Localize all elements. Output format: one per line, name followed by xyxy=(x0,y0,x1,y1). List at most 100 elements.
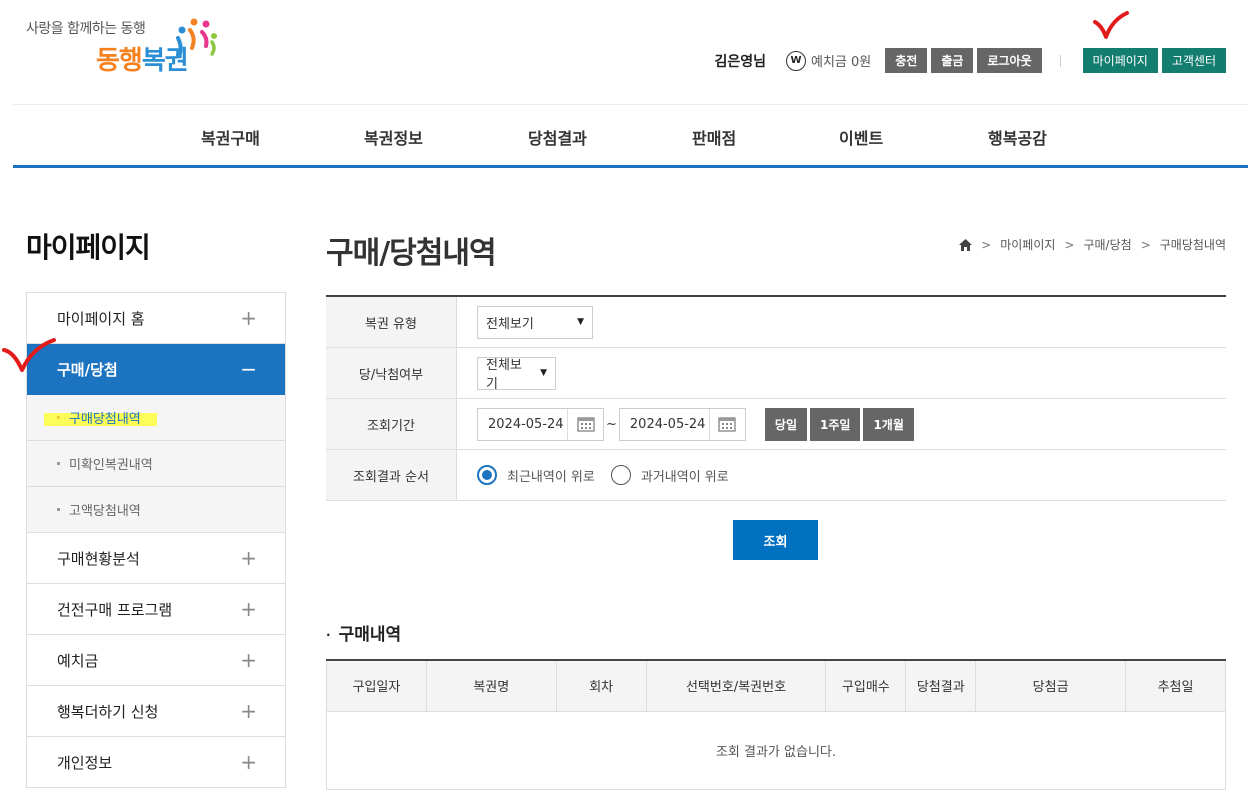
order-label: 조회결과 순서 xyxy=(326,450,457,500)
customer-center-button[interactable]: 고객센터 xyxy=(1161,48,1226,73)
red-check-annotation-icon xyxy=(2,338,56,372)
sidebar-subitem-unconfirmed[interactable]: 미확인복권내역 xyxy=(27,441,285,487)
order-recent-radio[interactable]: 최근내역이 위로 xyxy=(477,465,595,485)
breadcrumb: > 마이페이지 > 구매/당첨 > 구매당첨내역 xyxy=(959,236,1226,253)
column-header: 구입일자 xyxy=(326,660,427,712)
section-title-text: 구매내역 xyxy=(338,625,402,645)
search-row-order: 조회결과 순서 최근내역이 위로 과거내역이 위로 xyxy=(326,450,1226,501)
date-from-field[interactable]: 2024-05-24 xyxy=(477,407,604,441)
sidebar-item-deposit[interactable]: 예치금 + xyxy=(27,635,285,686)
bullet-icon xyxy=(57,462,60,465)
date-separator: ~ xyxy=(606,416,617,432)
page: 사랑을 함께하는 동행 동행복권 김은영님 W 예치금 0원 충전 출금 로그아… xyxy=(0,0,1248,803)
utility-bar: 김은영님 W 예치금 0원 충전 출금 로그아웃 마이페이지 고객센터 xyxy=(714,48,1226,73)
breadcrumb-item[interactable]: 마이페이지 xyxy=(1000,236,1055,253)
logout-button[interactable]: 로그아웃 xyxy=(977,48,1042,73)
nav-item-happiness[interactable]: 행복공감 xyxy=(988,125,1047,149)
column-header: 복권명 xyxy=(425,660,557,712)
order-cell: 최근내역이 위로 과거내역이 위로 xyxy=(457,450,1226,500)
table-header-row: 구입일자 복권명 회차 선택번호/복권번호 구입매수 당첨결과 당첨금 추첨일 xyxy=(326,660,1226,712)
sidebar-subitem-label: 미확인복권내역 xyxy=(69,458,153,473)
sidebar-item-label: 예치금 xyxy=(57,651,99,670)
sidebar-item-label: 구매/당첨 xyxy=(57,360,118,379)
plus-icon: + xyxy=(240,306,257,330)
deposit-w-icon: W xyxy=(786,50,807,71)
win-status-select[interactable]: 전체보기 ▼ xyxy=(477,356,556,392)
period-today-button[interactable]: 당일 xyxy=(764,407,807,441)
home-icon[interactable] xyxy=(959,238,973,251)
divider xyxy=(1059,54,1061,67)
sidebar-subitem-label: 구매당첨내역 xyxy=(69,412,141,427)
nav-item-info[interactable]: 복권정보 xyxy=(364,125,423,149)
charge-button[interactable]: 충전 xyxy=(885,48,928,73)
caret-down-icon: ▼ xyxy=(577,317,584,327)
withdraw-button[interactable]: 출금 xyxy=(931,48,974,73)
plus-icon: + xyxy=(240,699,257,723)
order-past-radio[interactable]: 과거내역이 위로 xyxy=(610,465,729,485)
sidebar-item-mypage-home[interactable]: 마이페이지 홈 + xyxy=(27,293,285,344)
select-value: 전체보기 xyxy=(486,316,534,332)
column-header: 구입매수 xyxy=(825,660,906,712)
win-status-cell: 전체보기 ▼ xyxy=(457,348,1226,398)
calendar-icon[interactable] xyxy=(710,416,745,432)
sidebar-title: 마이페이지 xyxy=(26,231,151,264)
lottery-type-cell: 전체보기 ▼ xyxy=(457,297,1226,347)
search-submit-button[interactable]: 조회 xyxy=(733,520,818,560)
calendar-icon[interactable] xyxy=(568,416,603,432)
lottery-type-select[interactable]: 전체보기 ▼ xyxy=(477,305,593,339)
sidebar-item-label: 개인정보 xyxy=(57,753,113,772)
purchase-history-table: 구입일자 복권명 회차 선택번호/복권번호 구입매수 당첨결과 당첨금 추첨일 … xyxy=(326,659,1226,790)
column-header: 당첨결과 xyxy=(905,660,976,712)
chevron-right-icon: > xyxy=(1064,237,1075,252)
plus-icon: + xyxy=(240,597,257,621)
deposit-amount: 예치금 0원 xyxy=(811,55,872,70)
plus-icon: + xyxy=(240,546,257,570)
plus-icon: + xyxy=(240,750,257,774)
sidebar-subitem-high-prize[interactable]: 고액당첨내역 xyxy=(27,487,285,533)
sidebar-item-personal-info[interactable]: 개인정보 + xyxy=(27,737,285,788)
nav-item-stores[interactable]: 판매점 xyxy=(692,125,736,149)
nav-item-results[interactable]: 당첨결과 xyxy=(528,125,587,149)
chevron-right-icon: > xyxy=(1140,237,1151,252)
breadcrumb-item: 구매당첨내역 xyxy=(1159,238,1226,252)
date-to-field[interactable]: 2024-05-24 xyxy=(618,407,746,441)
column-header: 회차 xyxy=(555,660,647,712)
sidebar-item-label: 마이페이지 홈 xyxy=(57,309,145,328)
sidebar-item-purchase-win[interactable]: 구매/당첨 − xyxy=(27,344,285,395)
select-value: 전체보기 xyxy=(486,358,522,392)
section-title: · 구매내역 xyxy=(326,620,401,645)
date-from-value: 2024-05-24 xyxy=(478,408,568,440)
sidebar-item-healthy-program[interactable]: 건전구매 프로그램 + xyxy=(27,584,285,635)
sidebar-menu: 마이페이지 홈 + 구매/당첨 − 구매당첨내역 미확인복권내역 고액당첨내역 … xyxy=(26,292,286,788)
date-to-value: 2024-05-24 xyxy=(620,408,710,440)
logo-people-icon xyxy=(176,18,217,56)
minus-icon: − xyxy=(240,357,257,381)
mypage-button[interactable]: 마이페이지 xyxy=(1082,48,1158,73)
radio-label: 과거내역이 위로 xyxy=(640,469,729,485)
win-status-label: 당/낙첨여부 xyxy=(326,348,457,398)
nav-item-buy[interactable]: 복권구매 xyxy=(201,125,260,149)
sidebar-item-label: 구매현황분석 xyxy=(57,549,140,568)
logo-name-part-1: 동행 xyxy=(96,46,143,76)
breadcrumb-item[interactable]: 구매/당첨 xyxy=(1083,236,1131,253)
user-name: 김은영님 xyxy=(714,53,767,70)
chevron-right-icon: > xyxy=(981,237,992,252)
column-header: 추첨일 xyxy=(1125,660,1226,712)
main-navigation: 복권구매 복권정보 당첨결과 판매점 이벤트 행복공감 xyxy=(13,105,1248,168)
period-1month-button[interactable]: 1개월 xyxy=(863,407,914,441)
radio-unchecked-icon xyxy=(610,465,631,485)
sidebar-item-analysis[interactable]: 구매현황분석 + xyxy=(27,533,285,584)
site-logo[interactable]: 사랑을 함께하는 동행 동행복권 xyxy=(24,14,224,86)
red-check-annotation-icon xyxy=(1093,11,1129,39)
bullet-icon: · xyxy=(326,628,331,642)
empty-message: 조회 결과가 없습니다. xyxy=(326,711,1226,790)
bullet-icon xyxy=(57,508,60,511)
radio-label: 최근내역이 위로 xyxy=(507,469,595,485)
column-header: 당첨금 xyxy=(975,660,1126,712)
nav-item-events[interactable]: 이벤트 xyxy=(839,125,883,149)
period-1week-button[interactable]: 1주일 xyxy=(810,407,861,441)
search-row-period: 조회기간 2024-05-24 ~ 2024-05-24 당일 1주일 1개월 xyxy=(326,399,1226,450)
caret-down-icon: ▼ xyxy=(540,368,547,378)
sidebar-item-label: 건전구매 프로그램 xyxy=(57,600,173,619)
sidebar-item-happiness-apply[interactable]: 행복더하기 신청 + xyxy=(27,686,285,737)
